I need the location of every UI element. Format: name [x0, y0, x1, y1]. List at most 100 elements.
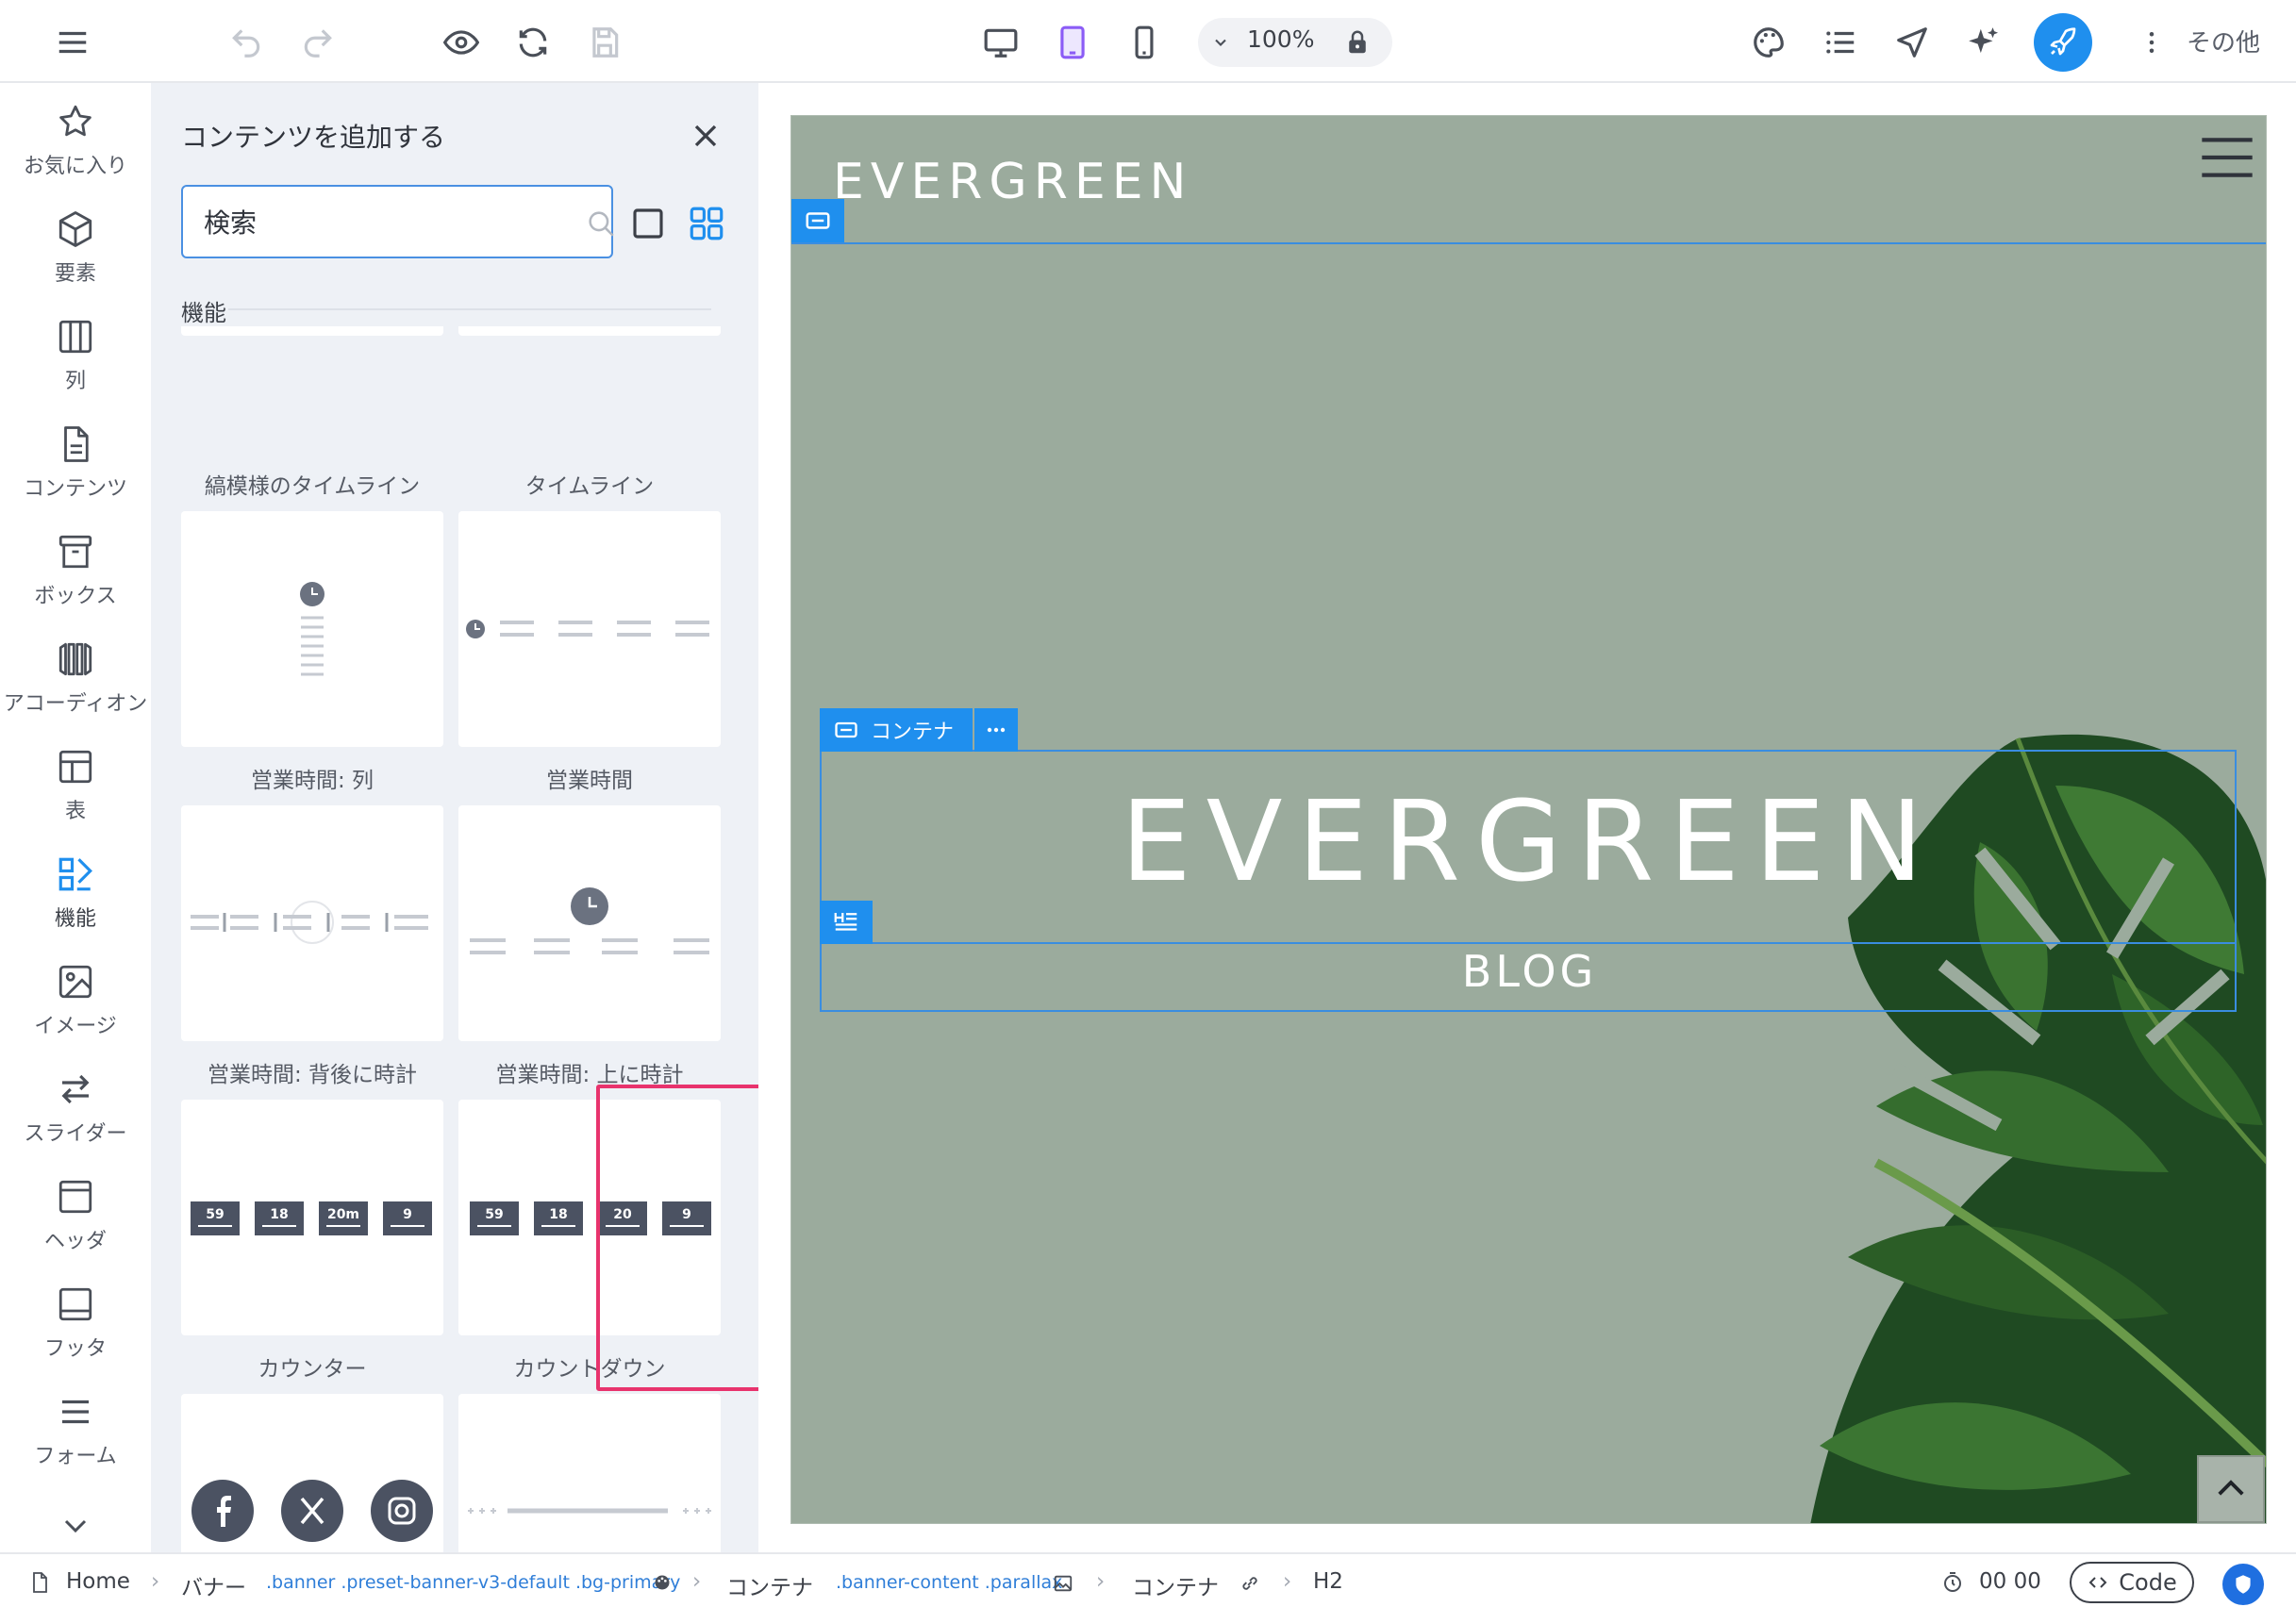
banner-element-tag[interactable]	[791, 199, 844, 242]
rail-item-label: ヘッダ	[43, 1230, 107, 1253]
card-hours-clock-above[interactable]	[458, 805, 721, 1041]
timer-value: 00 00	[1979, 1569, 2041, 1594]
counter-value: 9	[403, 1207, 412, 1222]
desktop-device-icon[interactable]	[977, 19, 1024, 66]
shield-icon	[2236, 1575, 2251, 1594]
rail-item-label: お気に入り	[23, 155, 127, 178]
refresh-icon[interactable]	[509, 19, 557, 66]
rail-item-image[interactable]: イメージ	[0, 943, 151, 1047]
document-icon	[64, 426, 89, 462]
rail-item-header[interactable]: ヘッダ	[0, 1158, 151, 1262]
swap-arrows-icon	[61, 1074, 90, 1104]
features-icon	[58, 857, 92, 891]
list-icon[interactable]	[1817, 19, 1864, 66]
heading-icon	[834, 913, 857, 931]
rail-item-boxes[interactable]: ボックス	[0, 513, 151, 617]
mobile-device-icon[interactable]	[1121, 19, 1168, 66]
card-label: 縞模様のタイムライン	[204, 474, 421, 499]
lock-icon[interactable]	[1334, 19, 1381, 66]
undo-icon[interactable]	[223, 19, 270, 66]
search-box	[181, 185, 614, 258]
search-icon[interactable]	[585, 207, 617, 240]
redo-icon[interactable]	[294, 19, 341, 66]
code-button[interactable]: Code	[2070, 1562, 2194, 1603]
rail-item-favorites[interactable]: お気に入り	[0, 83, 151, 187]
hours-clock-above-thumbnail	[470, 887, 709, 954]
content-card-grid: 縞模様のタイムライン タイムライン 営業時間: 列 営業時間 営業時間: 背後に…	[181, 326, 728, 1552]
close-icon[interactable]	[687, 117, 724, 155]
card-striped-timeline[interactable]	[181, 326, 443, 336]
preview-eye-icon[interactable]	[438, 19, 485, 66]
code-icon	[2088, 1577, 2107, 1588]
breadcrumb-current[interactable]: H2	[1313, 1569, 1343, 1594]
container-icon	[835, 721, 857, 738]
divider-thumbnail	[468, 1508, 711, 1514]
publish-rocket-button[interactable]	[2034, 13, 2092, 72]
card-business-hours-column[interactable]	[181, 511, 443, 747]
card-business-hours[interactable]	[458, 511, 721, 747]
navigate-icon[interactable]	[1888, 19, 1936, 66]
ai-sparkle-icon[interactable]	[1960, 19, 2007, 66]
container-icon	[806, 212, 830, 229]
card-divider[interactable]	[458, 1394, 721, 1552]
breadcrumb-container-2[interactable]: コンテナ	[1132, 1569, 1219, 1601]
columns-icon	[58, 320, 92, 354]
chevron-down-icon	[1215, 39, 1226, 46]
palette-icon	[655, 1575, 670, 1590]
card-countdown[interactable]: 59 18 20 9	[458, 1100, 721, 1335]
rail-item-label: フォーム	[34, 1445, 117, 1468]
section-divider	[228, 308, 711, 310]
rail-item-slider[interactable]: スライダー	[0, 1051, 151, 1154]
rocket-icon	[2050, 27, 2076, 56]
rail-item-label: ボックス	[34, 585, 117, 608]
page-preview[interactable]: EVERGREEN EVERGREEN コンテナ BLOG	[790, 115, 2267, 1524]
breadcrumb-banner[interactable]: バナー	[181, 1569, 246, 1601]
card-timeline[interactable]	[458, 326, 721, 336]
rail-item-label: 機能	[54, 907, 96, 931]
rail-item-footer[interactable]: フッタ	[0, 1266, 151, 1369]
tablet-device-icon[interactable]	[1049, 19, 1096, 66]
card-counter[interactable]: 59 18 20m 9	[181, 1100, 443, 1335]
rail-item-features[interactable]: 機能	[0, 836, 151, 939]
heading-element-tag[interactable]	[820, 901, 873, 944]
rail-item-accordion[interactable]: アコーディオン	[0, 621, 151, 724]
chevron-down-icon[interactable]	[57, 1507, 94, 1545]
rail-item-contents[interactable]: コンテンツ	[0, 406, 151, 509]
menu-icon[interactable]	[49, 19, 96, 66]
chevron-up-icon	[2218, 1480, 2244, 1496]
breadcrumb-home[interactable]: Home	[66, 1569, 130, 1594]
site-logo[interactable]: EVERGREEN	[833, 154, 1192, 210]
hamburger-menu-icon[interactable]	[2197, 127, 2257, 188]
rail-item-columns[interactable]: 列	[0, 298, 151, 402]
shield-button[interactable]	[2222, 1564, 2264, 1605]
breadcrumb-container[interactable]: コンテナ	[726, 1569, 813, 1601]
single-view-icon[interactable]	[628, 204, 668, 243]
archive-box-icon	[58, 535, 92, 569]
card-hours-clock-behind[interactable]	[181, 805, 443, 1041]
cube-icon	[58, 211, 92, 247]
grid-view-icon[interactable]	[687, 204, 726, 243]
section-heading: 機能	[181, 300, 226, 326]
container-element-tag[interactable]: コンテナ	[820, 708, 973, 752]
card-label: タイムライン	[524, 474, 655, 499]
container-more-button[interactable]	[974, 708, 1018, 752]
countdown-value: 18	[549, 1207, 567, 1222]
search-input[interactable]	[202, 204, 523, 240]
rail-item-label: 要素	[54, 262, 96, 286]
scroll-to-top-button[interactable]	[2197, 1455, 2265, 1523]
hero-subtitle[interactable]: BLOG	[791, 946, 2266, 997]
more-label[interactable]: その他	[2187, 24, 2260, 58]
rail-item-table[interactable]: 表	[0, 728, 151, 832]
save-icon[interactable]	[581, 19, 628, 66]
palette-icon[interactable]	[1745, 19, 1792, 66]
image-icon	[1054, 1575, 1073, 1592]
card-social-icons[interactable]	[181, 1394, 443, 1552]
card-label: 営業時間: 上に時計	[495, 1063, 684, 1087]
rail-item-label: スライダー	[24, 1122, 127, 1146]
card-label: 営業時間: 列	[250, 769, 374, 793]
rail-item-elements[interactable]: 要素	[0, 191, 151, 294]
rail-item-form[interactable]: フォーム	[0, 1373, 151, 1477]
footer-layout-icon	[58, 1287, 92, 1321]
more-vertical-icon[interactable]	[2128, 19, 2175, 66]
rail-item-label: アコーディオン	[3, 692, 148, 716]
